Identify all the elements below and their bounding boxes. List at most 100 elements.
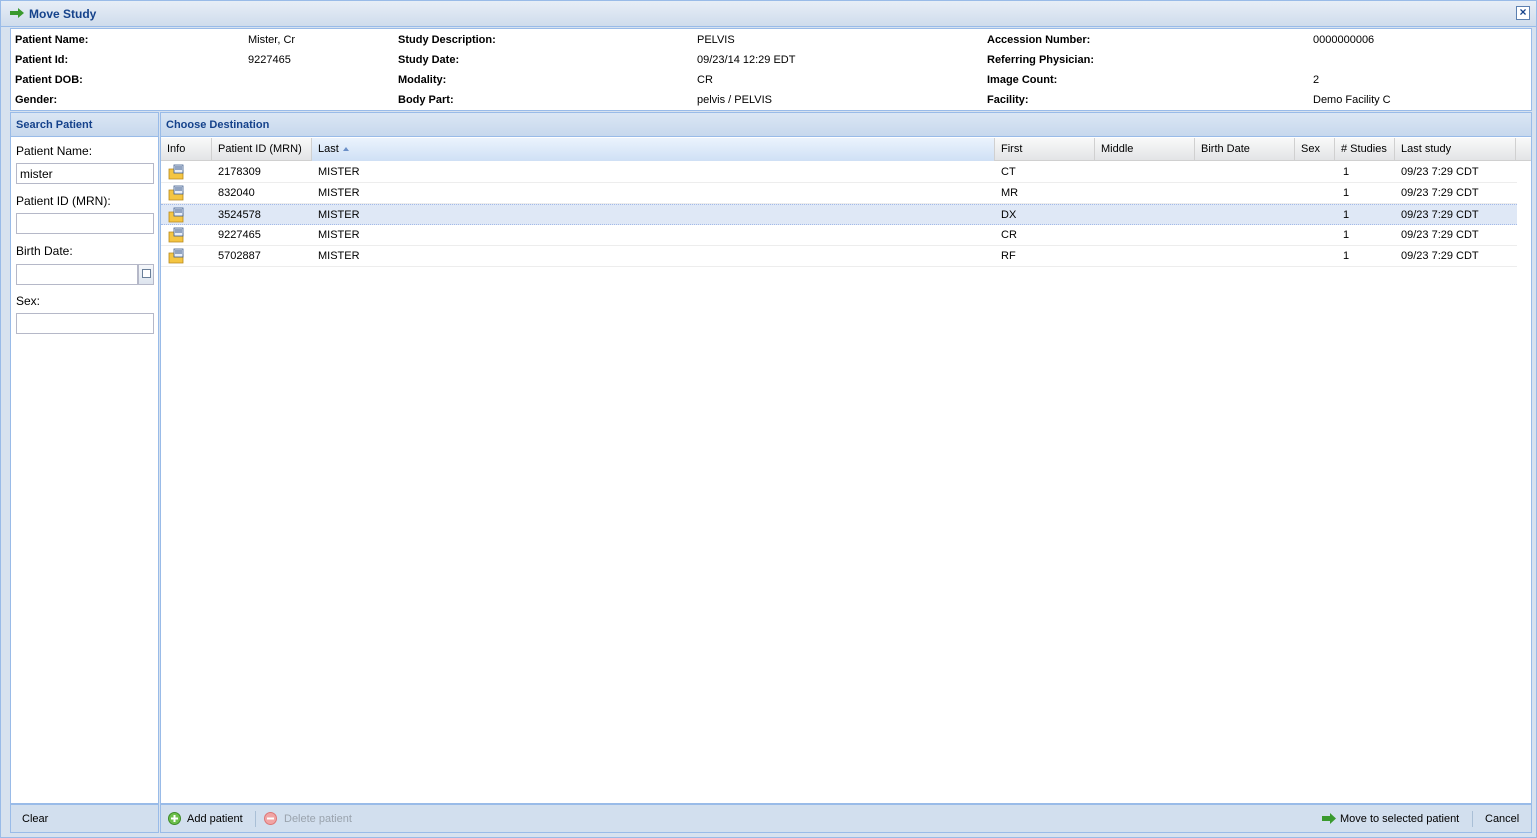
column-header-last[interactable]: Last xyxy=(312,138,995,161)
facility-value: Demo Facility C xyxy=(1313,94,1391,106)
sort-ascending-icon xyxy=(342,147,349,151)
cell-first: CR xyxy=(1001,229,1017,241)
search-patient-id-input[interactable] xyxy=(16,213,154,234)
cell-studies: 1 xyxy=(1343,250,1350,262)
cell-last: MISTER xyxy=(318,187,360,199)
search-patient-panel: Search Patient Patient Name: Patient ID … xyxy=(10,112,159,804)
body-part-label: Body Part: xyxy=(398,94,454,106)
table-row[interactable]: 3524578 MISTER DX 1 09/23 7:29 CDT xyxy=(161,204,1517,225)
cell-last-study: 09/23 7:29 CDT xyxy=(1401,250,1479,262)
search-patient-id-label: Patient ID (MRN): xyxy=(16,194,111,208)
facility-label: Facility: xyxy=(987,94,1029,106)
modality-label: Modality: xyxy=(398,74,447,86)
search-sex-label: Sex: xyxy=(16,294,41,308)
cell-studies: 1 xyxy=(1343,209,1350,221)
search-panel-title: Search Patient xyxy=(11,113,158,137)
column-header-first[interactable]: First xyxy=(995,138,1095,161)
window-title: Move Study xyxy=(29,7,97,21)
title-bar[interactable]: Move Study × xyxy=(1,1,1536,27)
arrow-right-icon xyxy=(10,8,24,18)
cell-patient-id: 5702887 xyxy=(218,250,261,262)
patient-id-value: 9227465 xyxy=(248,54,291,66)
grid-header: Info Patient ID (MRN) Last First Middle … xyxy=(161,138,1531,161)
column-header-birth-date[interactable]: Birth Date xyxy=(1195,138,1295,161)
patient-grid: 2178309 MISTER CT 1 09/23 7:29 CDT 832040 MIST… xyxy=(161,162,1517,267)
cell-last-study: 09/23 7:29 CDT xyxy=(1401,209,1479,221)
cell-last-study: 09/23 7:29 CDT xyxy=(1401,166,1479,178)
column-header-last-study[interactable]: Last study xyxy=(1395,138,1516,161)
patient-id-label: Patient Id: xyxy=(15,54,69,66)
destination-toolbar: Add patient Delete patient Move to selec… xyxy=(160,804,1532,833)
column-header-info[interactable]: Info xyxy=(161,138,212,161)
patient-folder-icon[interactable] xyxy=(168,207,185,223)
image-count-label: Image Count: xyxy=(987,74,1058,86)
patient-name-value: Mister, Cr xyxy=(248,34,296,46)
accession-number-label: Accession Number: xyxy=(987,34,1091,46)
cell-patient-id: 9227465 xyxy=(218,229,261,241)
image-count-value: 2 xyxy=(1313,74,1320,86)
add-patient-button[interactable]: Add patient xyxy=(187,813,243,825)
cell-first: MR xyxy=(1001,187,1019,199)
cell-last: MISTER xyxy=(318,229,360,241)
table-row[interactable]: 2178309 MISTER CT 1 09/23 7:29 CDT xyxy=(161,162,1517,183)
cell-patient-id: 3524578 xyxy=(218,209,261,221)
table-row[interactable]: 5702887 MISTER RF 1 09/23 7:29 CDT xyxy=(161,246,1517,267)
column-header-middle[interactable]: Middle xyxy=(1095,138,1195,161)
choose-destination-panel: Choose Destination Info Patient ID (MRN)… xyxy=(160,112,1532,804)
cell-last: MISTER xyxy=(318,250,360,262)
move-study-window: Move Study × Patient Name: Mister, Cr Pa… xyxy=(0,0,1537,838)
destination-panel-title: Choose Destination xyxy=(161,113,1531,137)
patient-folder-icon[interactable] xyxy=(168,248,185,264)
modality-value: CR xyxy=(697,74,713,86)
cell-studies: 1 xyxy=(1343,187,1350,199)
study-description-value: PELVIS xyxy=(697,34,735,46)
column-header-sex[interactable]: Sex xyxy=(1295,138,1335,161)
cell-last: MISTER xyxy=(318,209,360,221)
toolbar-separator xyxy=(255,811,256,827)
move-to-selected-patient-button[interactable]: Move to selected patient xyxy=(1340,813,1459,825)
cell-studies: 1 xyxy=(1343,166,1350,178)
search-birth-date-input[interactable] xyxy=(16,264,138,285)
cell-last-study: 09/23 7:29 CDT xyxy=(1401,187,1479,199)
cell-last: MISTER xyxy=(318,166,360,178)
delete-patient-button[interactable]: Delete patient xyxy=(284,813,352,825)
patient-name-label: Patient Name: xyxy=(15,34,89,46)
study-date-label: Study Date: xyxy=(398,54,460,66)
cell-last-study: 09/23 7:29 CDT xyxy=(1401,229,1479,241)
column-header-patient-id[interactable]: Patient ID (MRN) xyxy=(212,138,312,161)
column-header-studies[interactable]: # Studies xyxy=(1335,138,1395,161)
arrow-right-icon xyxy=(1322,813,1336,824)
cell-patient-id: 2178309 xyxy=(218,166,261,178)
patient-folder-icon[interactable] xyxy=(168,227,185,243)
patient-dob-label: Patient DOB: xyxy=(15,74,83,86)
gender-label: Gender: xyxy=(15,94,58,106)
study-description-label: Study Description: xyxy=(398,34,496,46)
toolbar-separator xyxy=(1472,811,1473,827)
delete-icon xyxy=(264,812,277,825)
cell-studies: 1 xyxy=(1343,229,1350,241)
table-row[interactable]: 9227465 MISTER CR 1 09/23 7:29 CDT xyxy=(161,225,1517,246)
calendar-icon[interactable] xyxy=(138,264,154,285)
cell-first: DX xyxy=(1001,209,1017,221)
cell-first: CT xyxy=(1001,166,1016,178)
column-header-last-label: Last xyxy=(318,143,339,155)
patient-folder-icon[interactable] xyxy=(168,185,185,201)
referring-physician-label: Referring Physician: xyxy=(987,54,1094,66)
cancel-button[interactable]: Cancel xyxy=(1485,813,1519,825)
accession-number-value: 0000000006 xyxy=(1313,34,1375,46)
cell-first: RF xyxy=(1001,250,1016,262)
body-part-value: pelvis / PELVIS xyxy=(697,94,772,106)
clear-button[interactable]: Clear xyxy=(22,813,48,825)
search-patient-name-label: Patient Name: xyxy=(16,144,93,158)
search-birth-date-label: Birth Date: xyxy=(16,244,73,258)
table-row[interactable]: 832040 MISTER MR 1 09/23 7:29 CDT xyxy=(161,183,1517,204)
add-icon xyxy=(168,812,181,825)
close-icon[interactable]: × xyxy=(1516,6,1530,20)
patient-folder-icon[interactable] xyxy=(168,164,185,180)
search-sex-input[interactable] xyxy=(16,313,154,334)
cell-patient-id: 832040 xyxy=(218,187,255,199)
study-date-value: 09/23/14 12:29 EDT xyxy=(697,54,796,66)
study-info-panel: Patient Name: Mister, Cr Patient Id: 922… xyxy=(10,28,1532,111)
search-toolbar: Clear xyxy=(10,804,159,833)
search-patient-name-input[interactable] xyxy=(16,163,154,184)
